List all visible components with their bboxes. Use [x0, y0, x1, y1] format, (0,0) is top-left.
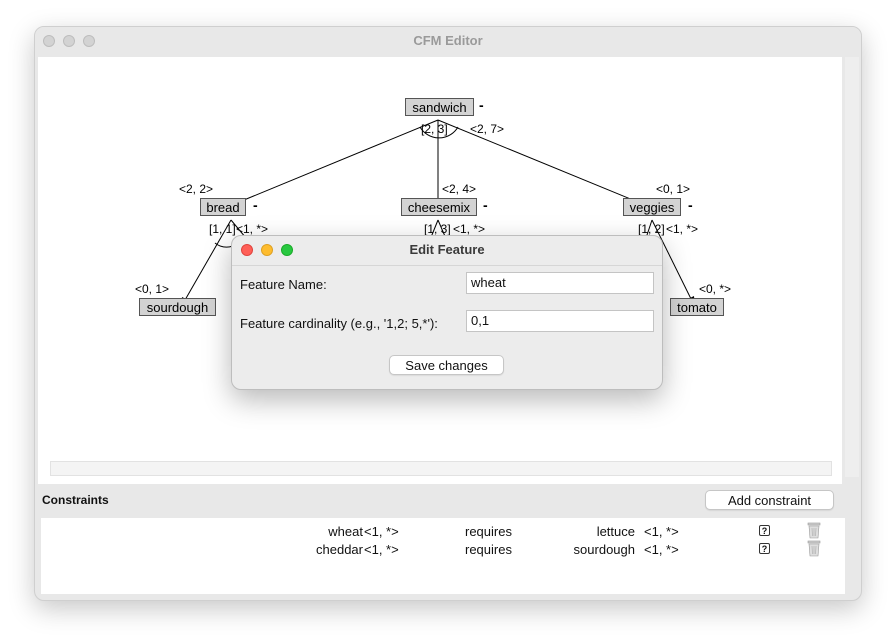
- feature-cardinality-sandwich-children: <2, 7>: [470, 122, 505, 136]
- group-cardinality-sandwich: [2, 3]: [421, 122, 448, 136]
- constraint-relation: requires: [465, 542, 512, 557]
- title-bar: CFM Editor: [35, 27, 861, 55]
- group-card-bread: <1, *>: [236, 222, 269, 236]
- feature-node-sandwich[interactable]: sandwich: [405, 98, 474, 116]
- constraint-right-cardinality: <1, *>: [644, 524, 679, 539]
- group-cardinality-bread: [1, 1]: [209, 222, 236, 236]
- feature-node-bread[interactable]: bread: [200, 198, 246, 216]
- group-cardinality-cheesemix: [1, 3]: [424, 222, 451, 236]
- help-icon[interactable]: ?: [759, 543, 770, 554]
- window-title: CFM Editor: [413, 33, 483, 48]
- constraints-heading: Constraints: [42, 493, 109, 507]
- canvas-vertical-scrollbar[interactable]: [845, 57, 859, 477]
- trash-icon[interactable]: [807, 522, 821, 539]
- add-constraint-button[interactable]: Add constraint: [705, 490, 834, 510]
- group-card-veggies: <1, *>: [666, 222, 699, 236]
- group-card-cheesemix: <1, *>: [453, 222, 486, 236]
- feature-node-cheesemix[interactable]: cheesemix: [401, 198, 477, 216]
- cardinality-sourdough: <0, 1>: [135, 282, 170, 296]
- constraint-left-feature: cheddar: [316, 542, 363, 557]
- feature-cardinality-input[interactable]: 0,1: [466, 310, 654, 332]
- constraint-relation: requires: [465, 524, 512, 539]
- feature-cardinality-label: Feature cardinality (e.g., '1,2; 5,*'):: [240, 316, 438, 331]
- cardinality-tomato: <0, *>: [699, 282, 732, 296]
- help-icon[interactable]: ?: [759, 525, 770, 536]
- feature-name-label: Feature Name:: [240, 277, 327, 292]
- constraint-left-feature: wheat: [328, 524, 363, 539]
- dialog-title: Edit Feature: [409, 242, 485, 257]
- cardinality-cheesemix: <2, 4>: [442, 182, 477, 196]
- collapse-toggle-veggies[interactable]: -: [688, 197, 693, 213]
- desktop: { "window": { "title": "CFM Editor" }, "…: [0, 0, 893, 641]
- cardinality-bread: <2, 2>: [179, 182, 214, 196]
- constraint-right-feature: sourdough: [573, 542, 635, 557]
- save-changes-button[interactable]: Save changes: [389, 355, 504, 375]
- constraint-left-cardinality: <1, *>: [364, 542, 399, 557]
- collapse-toggle-sandwich[interactable]: -: [479, 97, 484, 113]
- constraints-list: wheat <1, *> requires lettuce <1, *> ? c…: [41, 518, 845, 594]
- constraint-left-cardinality: <1, *>: [364, 524, 399, 539]
- constraint-right-cardinality: <1, *>: [644, 542, 679, 557]
- canvas-horizontal-scrollbar[interactable]: [50, 461, 832, 476]
- collapse-toggle-cheesemix[interactable]: -: [483, 197, 488, 213]
- trash-icon[interactable]: [807, 540, 821, 557]
- constraint-right-feature: lettuce: [596, 524, 635, 539]
- edit-feature-dialog: Edit Feature Feature Name: wheat Feature…: [231, 235, 663, 390]
- feature-node-veggies[interactable]: veggies: [623, 198, 681, 216]
- feature-name-input[interactable]: wheat: [466, 272, 654, 294]
- group-cardinality-veggies: [1, 2]: [638, 222, 665, 236]
- dialog-divider: [232, 265, 662, 266]
- cardinality-veggies: <0, 1>: [656, 182, 691, 196]
- edge-sandwich-bread: [226, 119, 439, 208]
- feature-node-tomato[interactable]: tomato: [670, 298, 724, 316]
- collapse-toggle-bread[interactable]: -: [253, 197, 258, 213]
- feature-node-sourdough[interactable]: sourdough: [139, 298, 216, 316]
